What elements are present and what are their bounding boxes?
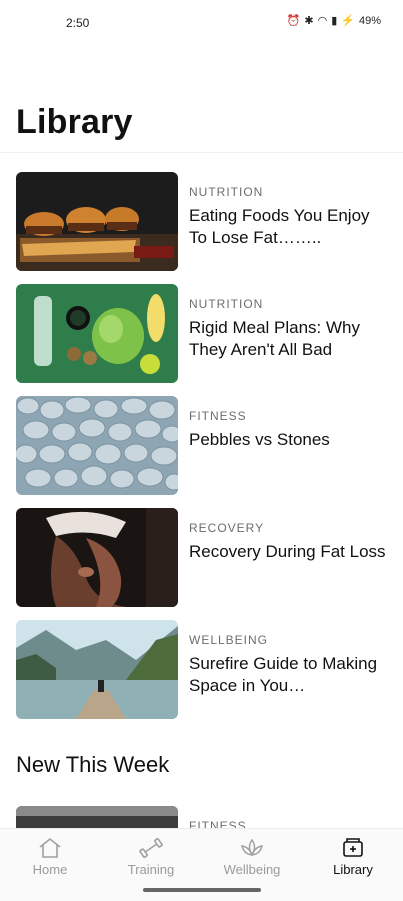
nav-label-training: Training	[127, 862, 175, 877]
article-meta: RECOVERY Recovery During Fat Loss	[189, 521, 389, 563]
section-title-new-this-week: New This Week	[16, 752, 170, 777]
article-title: Pebbles vs Stones	[189, 430, 330, 449]
article-category: NUTRITION	[189, 297, 264, 311]
mountain-lake-photo	[16, 620, 178, 719]
page-title: Library	[16, 103, 133, 141]
status-time: 2:50	[66, 16, 90, 30]
article-title: Rigid Meal Plans: Why They Aren't All Ba…	[189, 318, 361, 359]
article-card[interactable]: WELLBEING Surefire Guide to Making Space…	[16, 620, 388, 720]
article-category: NUTRITION	[189, 185, 264, 199]
bluetooth-icon: ✱	[304, 15, 314, 27]
article-meta: WELLBEING Surefire Guide to Making Space…	[189, 633, 389, 697]
battery-percent: 49%	[358, 14, 381, 27]
nav-item-home[interactable]: Home	[0, 837, 100, 877]
article-card[interactable]: NUTRITION Eating Foods You Enjoy To Lose…	[16, 172, 388, 272]
home-icon	[39, 837, 61, 858]
article-category: FITNESS	[189, 409, 247, 423]
signal-icon: ▮	[331, 15, 338, 27]
article-thumbnail	[16, 284, 178, 383]
status-bar: 2:50 ⏰ ✱ ◠ ▮ ⚡ 49%	[0, 0, 403, 46]
nav-item-library[interactable]: Library	[303, 837, 403, 877]
burgers-and-fries-photo	[16, 172, 178, 271]
article-category: WELLBEING	[189, 633, 269, 647]
article-card[interactable]: RECOVERY Recovery During Fat Loss	[16, 508, 388, 608]
article-thumbnail	[16, 172, 178, 271]
article-title: Recovery During Fat Loss	[189, 542, 386, 561]
article-title: Eating Foods You Enjoy To Lose Fat……..	[189, 206, 370, 247]
library-icon	[343, 838, 363, 857]
article-thumbnail	[16, 396, 178, 495]
stretching-person-photo	[16, 508, 178, 607]
article-category: RECOVERY	[189, 521, 265, 535]
article-meta: FITNESS Pebbles vs Stones	[189, 409, 389, 451]
nav-label-home: Home	[32, 862, 68, 877]
title-divider	[0, 152, 403, 153]
lotus-icon	[241, 838, 263, 857]
wifi-icon: ◠	[317, 15, 328, 27]
status-icons: ⏰ ✱ ◠ ▮ ⚡ 49%	[286, 14, 381, 28]
article-thumbnail	[16, 508, 178, 607]
alarm-icon: ⏰	[286, 15, 301, 27]
article-meta: NUTRITION Eating Foods You Enjoy To Lose…	[189, 185, 389, 249]
home-indicator[interactable]	[143, 888, 261, 892]
article-card[interactable]: FITNESS Pebbles vs Stones	[16, 396, 388, 496]
nav-label-library: Library	[333, 862, 373, 877]
article-thumbnail	[16, 620, 178, 719]
nav-item-wellbeing[interactable]: Wellbeing	[202, 837, 302, 877]
nav-label-wellbeing: Wellbeing	[223, 862, 281, 877]
pebbles-photo	[16, 396, 178, 495]
article-title: Surefire Guide to Making Space in You…	[189, 654, 378, 695]
healthy-food-flatlay-photo	[16, 284, 178, 383]
article-meta: NUTRITION Rigid Meal Plans: Why They Are…	[189, 297, 389, 361]
article-card[interactable]: NUTRITION Rigid Meal Plans: Why They Are…	[16, 284, 388, 384]
nav-item-training[interactable]: Training	[101, 837, 201, 877]
dumbbell-icon	[139, 838, 163, 858]
battery-icon: ⚡	[341, 15, 355, 27]
